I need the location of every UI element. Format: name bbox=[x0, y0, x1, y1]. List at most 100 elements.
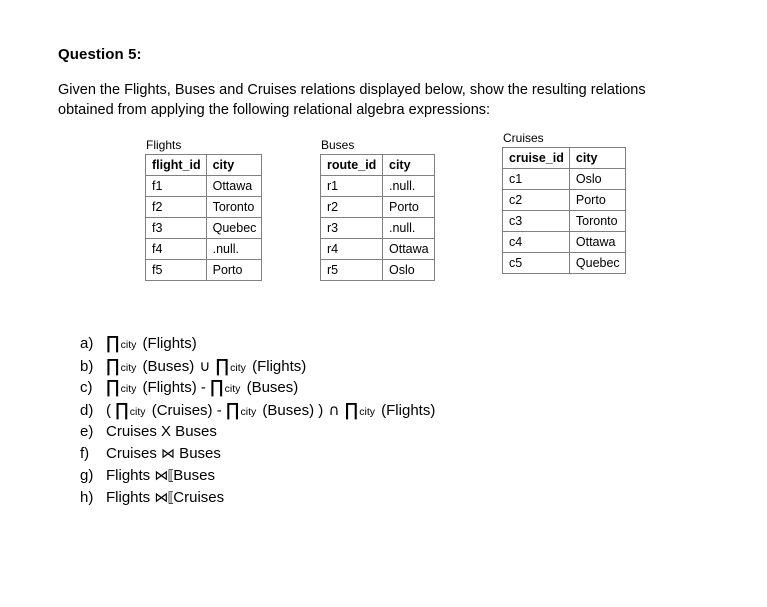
table-row: r1 .null. bbox=[320, 175, 435, 197]
natural-join-symbol: ⋈ bbox=[161, 446, 176, 462]
table-cell: r2 bbox=[320, 196, 383, 218]
expression-fragment: (Buses) ) bbox=[258, 402, 328, 419]
projection-attribute: city bbox=[230, 362, 246, 374]
expression-fragment: (Buses) bbox=[138, 358, 199, 375]
relation-caption: Cruises bbox=[503, 131, 544, 145]
expression-label: c) bbox=[80, 379, 93, 396]
column-header: city bbox=[568, 147, 626, 169]
projection-symbol: ∏ bbox=[210, 377, 224, 398]
table-cell: Quebec bbox=[568, 252, 626, 274]
table-cell: c3 bbox=[502, 210, 570, 232]
table-cell: Oslo bbox=[382, 259, 435, 281]
table-cell: Ottawa bbox=[205, 175, 263, 197]
expression-label: g) bbox=[80, 467, 94, 484]
expression-fragment: ( bbox=[106, 402, 116, 419]
table-row: c5 Quebec bbox=[502, 252, 626, 274]
expression-list: a) ∏city (Flights) b) ∏city (Buses) ∪ ∏city… bbox=[80, 333, 700, 509]
table-row: r2 Porto bbox=[320, 196, 435, 218]
table-cell: c2 bbox=[502, 189, 570, 211]
expression-fragment: Cruises bbox=[173, 489, 225, 506]
expression-fragment: (Flights) bbox=[376, 402, 436, 419]
table-cell: f1 bbox=[145, 175, 207, 197]
relation-cruises: Cruises cruise_id city c1 Oslo c2 Porto bbox=[502, 131, 626, 274]
projection-attribute: city bbox=[240, 406, 257, 418]
table-cell: f3 bbox=[145, 217, 207, 239]
expression-label: a) bbox=[80, 335, 94, 352]
table-cell: Oslo bbox=[568, 168, 626, 190]
projection-symbol: ∏ bbox=[106, 377, 120, 398]
column-header: cruise_id bbox=[502, 147, 570, 169]
projection-attribute: city bbox=[120, 339, 137, 351]
projection-symbol: ∏ bbox=[115, 400, 129, 421]
table-cell: Ottawa bbox=[568, 231, 626, 253]
expression-label: f) bbox=[80, 445, 90, 462]
table-row: c2 Porto bbox=[502, 189, 626, 211]
expression-item: h) Flights ⋈⟦Cruises bbox=[80, 487, 700, 509]
question-page: Question 5: Given the Flights, Buses and… bbox=[0, 0, 767, 607]
table-row: c3 Toronto bbox=[502, 210, 626, 232]
expression-fragment: Cruises X Buses bbox=[106, 423, 217, 440]
expression-item: d) ( ∏city (Cruises) - ∏city (Buses) ) ∩ … bbox=[80, 399, 700, 421]
table-cell: Toronto bbox=[568, 210, 626, 232]
table-cell: f5 bbox=[145, 259, 207, 281]
projection-attribute: city bbox=[129, 406, 146, 418]
set-operator-symbol: ∪ bbox=[199, 357, 211, 375]
expression-label: h) bbox=[80, 489, 94, 506]
projection-attribute: city bbox=[224, 383, 241, 395]
table-row: c4 Ottawa bbox=[502, 231, 626, 253]
table-cell: Porto bbox=[382, 196, 435, 218]
column-header: city bbox=[205, 154, 263, 176]
expression-text: ∏city (Flights) bbox=[106, 333, 197, 356]
expression-item: a) ∏city (Flights) bbox=[80, 333, 700, 355]
projection-attribute: city bbox=[120, 383, 137, 395]
table-row: f3 Quebec bbox=[145, 217, 263, 239]
column-header: city bbox=[382, 154, 435, 176]
relation-caption: Flights bbox=[146, 138, 182, 152]
expression-item: c) ∏city (Flights) - ∏city (Buses) bbox=[80, 377, 700, 399]
relation-table: route_id city r1 .null. r2 Porto r3 .nul… bbox=[320, 154, 435, 281]
table-row: r4 Ottawa bbox=[320, 238, 435, 260]
table-row: r5 Oslo bbox=[320, 259, 435, 281]
expression-fragment bbox=[211, 358, 215, 375]
table-cell: f4 bbox=[145, 238, 207, 260]
expression-text: Flights ⋈⟦Buses bbox=[106, 465, 215, 487]
table-cell: r4 bbox=[320, 238, 383, 260]
column-header: route_id bbox=[320, 154, 383, 176]
expression-fragment: (Buses) bbox=[242, 379, 299, 396]
expression-fragment: Cruises bbox=[106, 445, 162, 462]
expression-fragment: (Flights) bbox=[138, 335, 197, 352]
expression-item: e) Cruises X Buses bbox=[80, 421, 700, 443]
expression-item: f) Cruises ⋈ Buses bbox=[80, 443, 700, 465]
table-cell: c5 bbox=[502, 252, 570, 274]
expression-label: b) bbox=[80, 358, 94, 375]
relation-table: flight_id city f1 Ottawa f2 Toronto f3 Q… bbox=[145, 154, 263, 281]
projection-symbol: ∏ bbox=[344, 400, 359, 421]
table-header-row: cruise_id city bbox=[502, 147, 626, 169]
table-row: r3 .null. bbox=[320, 217, 435, 239]
question-intro: Given the Flights, Buses and Cruises rel… bbox=[58, 80, 688, 120]
table-cell: r1 bbox=[320, 175, 383, 197]
projection-symbol: ∏ bbox=[106, 356, 120, 377]
relation-flights: Flights flight_id city f1 Ottawa f2 Toro… bbox=[145, 138, 263, 281]
projection-attribute: city bbox=[120, 362, 137, 374]
table-cell: .null. bbox=[382, 175, 435, 197]
table-row: f5 Porto bbox=[145, 259, 263, 281]
table-cell: .null. bbox=[205, 238, 263, 260]
table-row: f2 Toronto bbox=[145, 196, 263, 218]
projection-symbol: ∏ bbox=[215, 356, 230, 377]
table-row: f1 Ottawa bbox=[145, 175, 263, 197]
table-row: f4 .null. bbox=[145, 238, 263, 260]
expression-fragment: (Flights) - bbox=[138, 379, 211, 396]
outer-join-symbol: ⋈⟦ bbox=[154, 490, 174, 506]
expression-fragment: (Flights) bbox=[247, 358, 307, 375]
page-title: Question 5: bbox=[58, 46, 142, 63]
expression-text: ∏city (Flights) - ∏city (Buses) bbox=[106, 377, 298, 400]
table-cell: Quebec bbox=[205, 217, 263, 239]
table-cell: f2 bbox=[145, 196, 207, 218]
table-header-row: flight_id city bbox=[145, 154, 263, 176]
table-cell: .null. bbox=[382, 217, 435, 239]
table-cell: r3 bbox=[320, 217, 383, 239]
table-cell: c1 bbox=[502, 168, 570, 190]
expression-text: ( ∏city (Cruises) - ∏city (Buses) ) ∩ ∏c… bbox=[106, 399, 435, 423]
projection-attribute: city bbox=[359, 406, 375, 418]
